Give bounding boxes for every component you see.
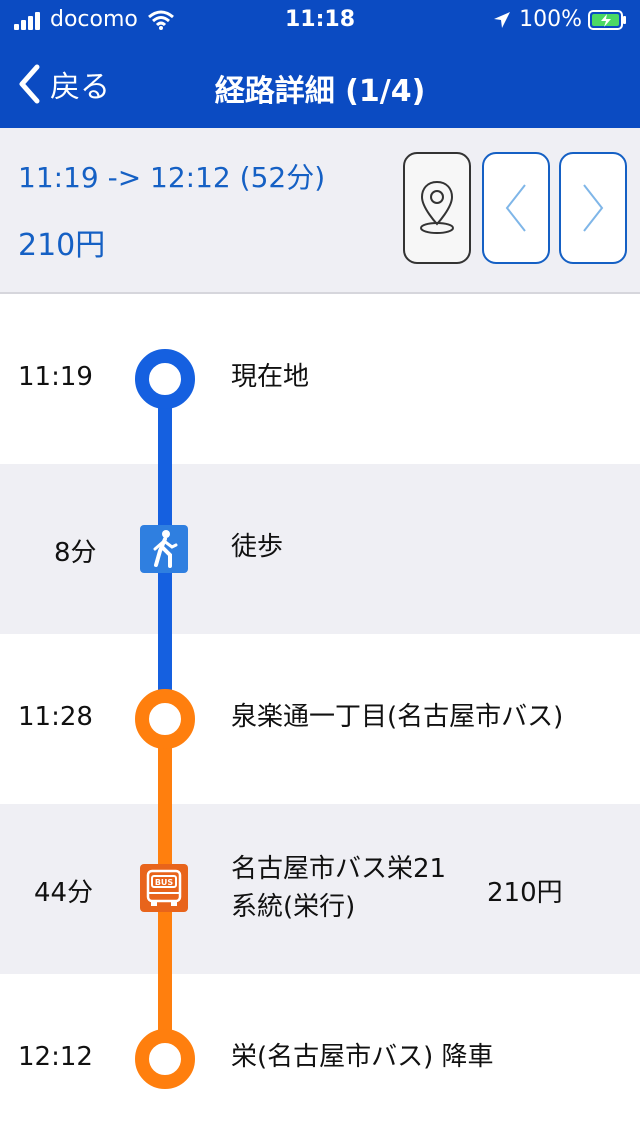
next-route-button[interactable] [559,152,627,264]
segment-duration: 44分 [34,878,94,908]
timeline-stop-row[interactable]: 12:12 栄(名古屋市バス) 降車 [0,974,640,1136]
nav-bar: 戻る 経路詳細 (1/4) [0,40,640,128]
chevron-left-icon [505,184,526,232]
page-title: 経路詳細 (1/4) [214,74,426,109]
segment-name: 徒歩 [231,532,284,562]
segment-name-line2: 系統(栄行) [231,892,356,922]
route-summary: 11:19 -> 12:12 (52分) 210円 [0,128,640,294]
status-right: 100% [493,7,628,32]
walk-icon [140,525,188,573]
stop-name: 栄(名古屋市バス) 降車 [231,1042,494,1072]
status-bar: docomo 11:18 100% [0,0,640,40]
segment-fare: 210円 [487,878,563,908]
stop-name: 泉楽通一丁目(名古屋市バス) [231,702,564,732]
chevron-right-icon [583,184,604,232]
route-time-range: 11:19 -> 12:12 (52分) [18,161,326,194]
svg-text:BUS: BUS [155,878,174,887]
bus-icon: BUS [140,864,188,912]
origin-node [135,349,195,409]
map-button[interactable] [403,152,471,264]
stop-name: 現在地 [231,362,310,392]
timeline-stop-row[interactable]: 11:28 泉楽通一丁目(名古屋市バス) [0,634,640,804]
route-fare: 210円 [18,228,106,263]
location-arrow-icon [494,11,511,28]
battery-charging-icon [588,9,626,30]
map-pin-icon [420,180,454,234]
timeline-segment-row[interactable]: 8分 徒歩 [0,464,640,634]
stop-time: 12:12 [18,1042,93,1072]
transfer-node [135,689,195,749]
segment-duration: 8分 [54,538,97,568]
stop-time: 11:28 [18,702,93,732]
route-timeline: 11:19 現在地 8分 徒歩 11:28 泉楽通一丁目(名古屋市バス) 44分… [0,294,640,1136]
timeline-segment-row[interactable]: 44分 名古屋市バス栄21 系統(栄行) 210円 [0,804,640,974]
segment-name-line1: 名古屋市バス栄21 [231,854,447,884]
stop-time: 11:19 [18,362,93,392]
destination-node [135,1029,195,1089]
battery-percent: 100% [519,7,582,32]
timeline-stop-row[interactable]: 11:19 現在地 [0,294,640,464]
prev-route-button[interactable] [482,152,550,264]
